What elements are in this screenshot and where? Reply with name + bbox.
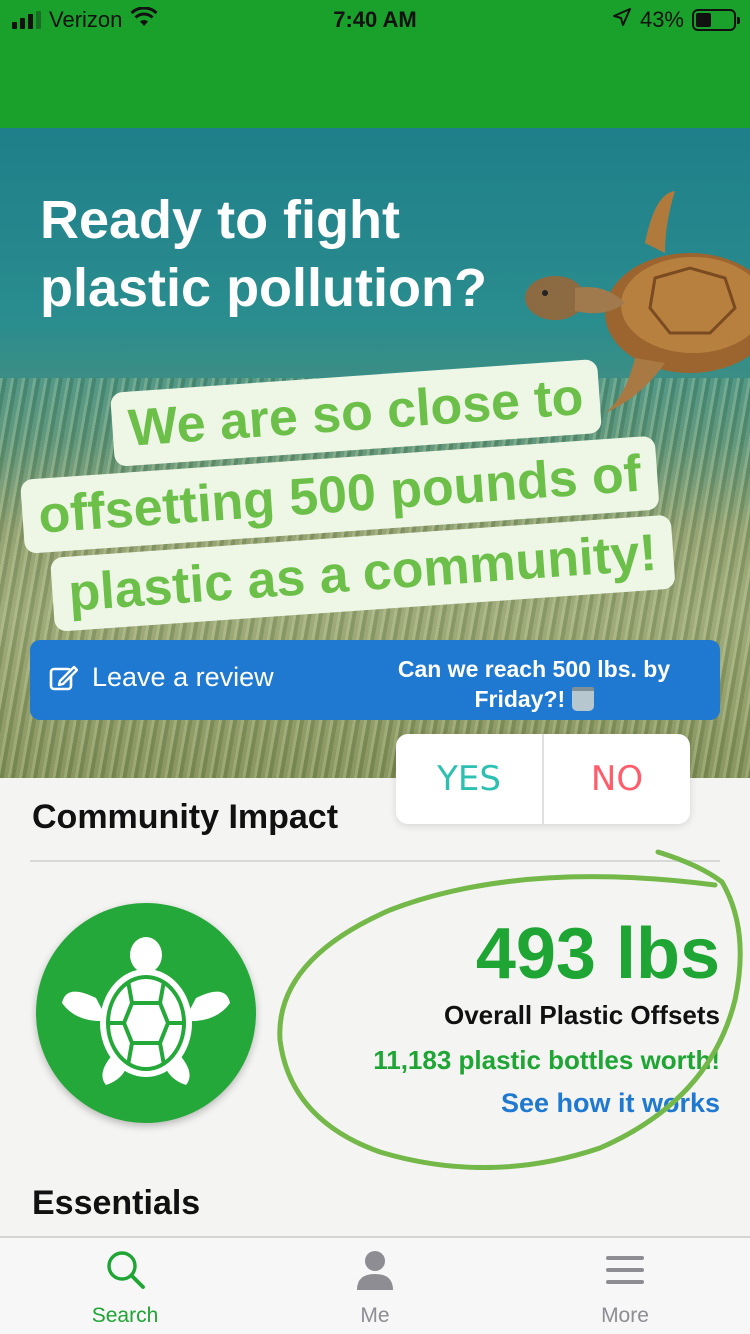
see-how-it-works-link[interactable]: See how it works [373, 1088, 720, 1119]
hero-title: Ready to fight plastic pollution? [40, 186, 540, 322]
battery-percent: 43% [639, 7, 684, 32]
poll-yes-button[interactable]: YES [396, 734, 544, 824]
tab-search-label: Search [91, 1304, 159, 1327]
review-banner: Leave a review Can we reach 500 lbs. by … [30, 640, 720, 720]
battery-icon [692, 9, 740, 31]
hero-banner: Ready to fight plastic pollution? We are… [0, 128, 750, 778]
person-icon [357, 1251, 393, 1290]
status-bar: Verizon 7:40 AM 43% [0, 0, 750, 42]
leave-review-label: Leave a review [92, 662, 274, 692]
section-divider [30, 860, 720, 862]
edit-icon [49, 665, 78, 690]
poll-widget: YES NO [396, 734, 690, 824]
plastic-offset-label: Overall Plastic Offsets [443, 1000, 720, 1030]
bottles-equivalent: 11,183 plastic bottles worth! [373, 1045, 720, 1075]
essentials-title: Essentials [32, 1184, 201, 1222]
tab-more-label: More [601, 1304, 649, 1327]
hero-title-line-1: Ready to fight [40, 190, 400, 250]
trash-can-icon [571, 687, 594, 711]
tab-search[interactable]: Search [0, 1238, 250, 1334]
poll-no-button[interactable]: NO [544, 734, 690, 824]
bottom-tab-bar: Search Me More [0, 1236, 750, 1334]
tab-me[interactable]: Me [250, 1238, 500, 1334]
menu-icon [606, 1256, 644, 1284]
app-header: Verizon 7:40 AM 43% [0, 0, 750, 128]
turtle-badge-icon [36, 903, 256, 1123]
leave-review-button[interactable]: Leave a review [48, 662, 274, 693]
community-impact-title: Community Impact [32, 798, 339, 836]
search-icon [107, 1251, 145, 1289]
tab-me-label: Me [360, 1304, 390, 1327]
tab-more[interactable]: More [500, 1238, 750, 1334]
poll-question: Can we reach 500 lbs. by Friday?! [374, 654, 694, 714]
impact-stats: 493 lbs Overall Plastic Offsets 11,183 p… [373, 912, 720, 1119]
location-arrow-icon [612, 7, 632, 33]
plastic-offset-amount: 493 lbs [475, 914, 720, 994]
poll-question-text: Can we reach 500 lbs. by Friday?! [397, 656, 671, 712]
hero-title-line-2: plastic pollution? [40, 258, 487, 318]
